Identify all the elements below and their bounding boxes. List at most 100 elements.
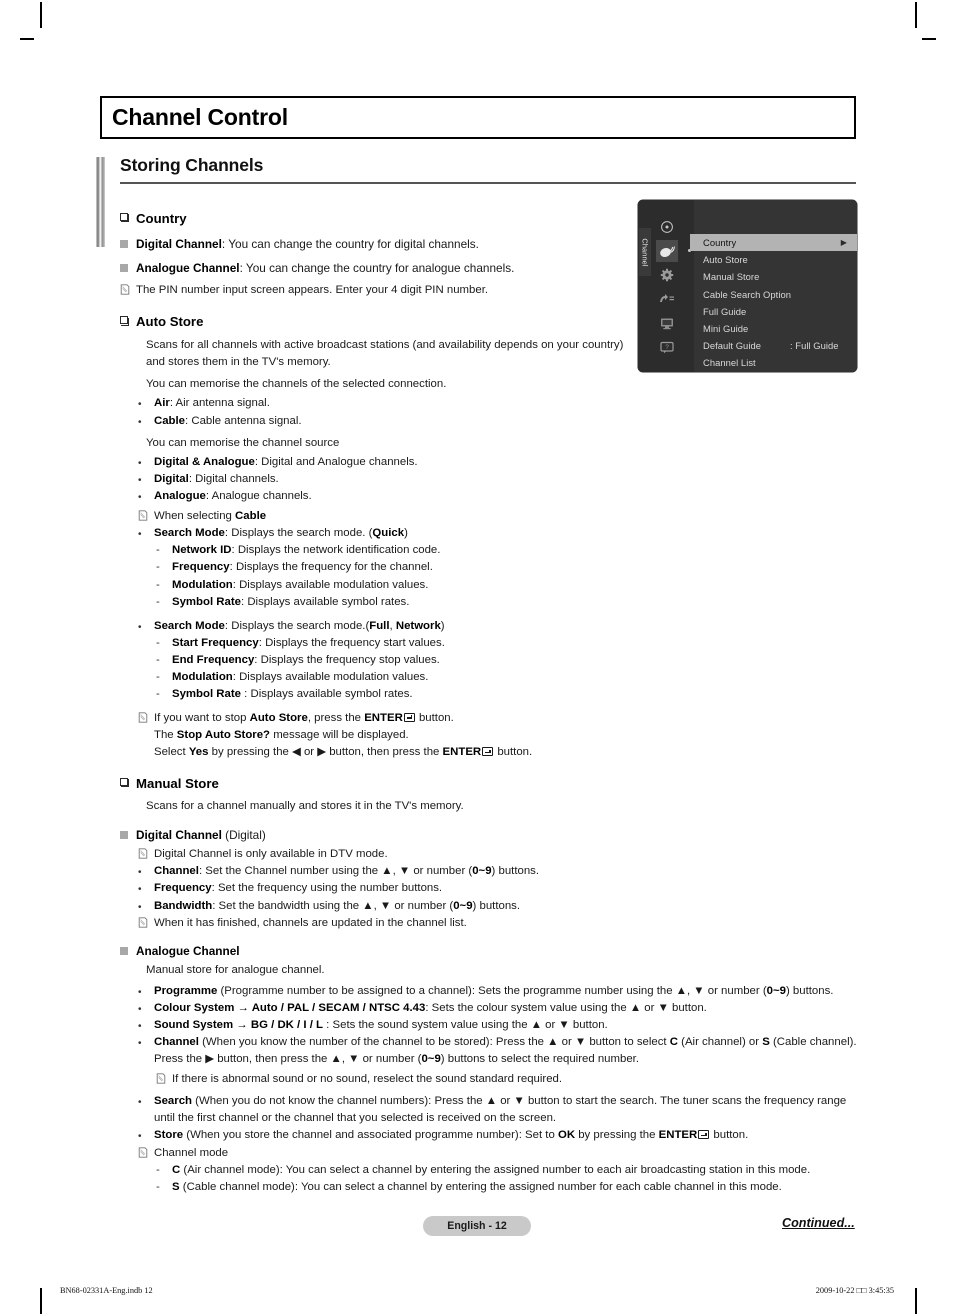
item-desc: : Digital and Analogue channels. [254,455,418,468]
item-label: Digital & Analogue [154,455,255,468]
item-symbol-rate-quick: - Symbol Rate: Displays available symbol… [156,594,860,611]
item-store: • Store (When you store the channel and … [138,1127,860,1144]
item-desc: : Displays available symbol rates. [241,688,413,701]
ok-label: OK [557,1129,576,1142]
bullet-dot-icon: • [138,529,142,541]
note-part: button. [415,712,454,725]
dash-icon: - [156,578,160,591]
air-code: C [669,1035,678,1048]
item-label: Network ID [172,544,232,557]
item-label: Search [154,1095,192,1108]
note-when-selecting-cable: When selecting Cable [138,508,860,525]
manual-store-intro: Scans for a channel manually and stores … [146,800,464,813]
item-options: Auto / PAL / SECAM / NTSC 4.43 [251,1001,426,1014]
crop-mark-bottom-right-vertical [915,1288,917,1314]
bullet-dot-icon: • [138,1003,142,1015]
bullet-dot-icon: • [138,474,142,486]
enter-label: ENTER [658,1129,698,1142]
bullet-dot-icon: • [138,1037,142,1049]
item-end-frequency: - End Frequency: Displays the frequency … [156,652,860,669]
item-text: Digital Channel (Digital) [136,827,860,845]
item-tail: ) buttons. [785,984,834,997]
item-label: Digital Channel [136,827,222,842]
item-desc: by pressing the [575,1129,659,1142]
item-label: Digital Channel [136,236,222,251]
item-desc: : Air antenna signal. [169,397,270,410]
item-text: Channel: Set the Channel number using th… [154,863,860,880]
item-desc: : You can change the country for analogu… [239,261,515,276]
item-label: Digital [154,472,189,485]
item-cable: • Cable: Cable antenna signal. [138,413,860,430]
item-digital-channel-country: Digital Channel: You can change the coun… [120,236,860,254]
item-label: Channel [154,1035,199,1048]
item-colour-system: • Colour System → Auto / PAL / SECAM / N… [138,1000,860,1017]
item-text: Network ID: Displays the network identif… [172,542,860,559]
item-range: 0~9 [472,865,492,878]
item-desc: : Set the Channel number using the ▲, ▼ … [198,865,473,878]
page-title-box: Channel Control [100,96,856,139]
item-channel-mode-c: - C (Air channel mode): You can select a… [156,1162,860,1179]
crop-mark-top-left-horizontal [20,38,34,40]
item-range: 0~9 [421,1052,441,1065]
note-icon [138,710,154,727]
item-desc: : Displays available modulation values. [232,578,429,591]
item-mode-full: Full [369,619,390,632]
note-finished-update: When it has finished, channels are updat… [138,915,860,932]
dash-icon: - [156,595,160,608]
item-desc: (When you store the channel and associat… [183,1129,558,1142]
item-text: Analogue: Analogue channels. [154,488,860,505]
square-outline-icon [120,312,136,329]
item-label: Search Mode [154,527,225,540]
page-title: Channel Control [112,104,288,130]
bullet-dot-icon: • [138,621,142,633]
note-line-3: Select Yes by pressing the ◀ or ▶ button… [154,744,860,761]
item-label: Analogue [154,489,206,502]
item-channel-analogue: • Channel (When you know the number of t… [138,1034,860,1068]
item-desc: : Analogue channels. [205,489,312,502]
item-desc: (Air channel) or [678,1035,763,1048]
item-bandwidth: • Bandwidth: Set the bandwidth using the… [138,898,860,915]
crop-mark-top-left-vertical [40,2,42,28]
continued-label: Continued... [782,1216,855,1230]
note-icon [138,915,154,932]
crop-mark-bottom-left-vertical [40,1288,42,1314]
item-desc: : You can change the country for digital… [221,236,479,251]
heading-label: Manual Store [136,775,219,791]
bullet-dot-icon: • [138,1020,142,1032]
item-text: Symbol Rate: Displays available symbol r… [172,594,860,611]
dash-icon: - [156,636,160,649]
item-programme: • Programme (Programme number to be assi… [138,983,860,1000]
note-part: , press the [307,712,365,725]
item-label: Analogue Channel [136,261,240,276]
item-label: Air [154,397,170,410]
item-analogue-channel-country: Analogue Channel: You can change the cou… [120,260,860,278]
note-text: Digital Channel is only available in DTV… [154,848,388,861]
item-digital: • Digital: Digital channels. [138,471,860,488]
page-number-badge: English - 12 [423,1216,531,1236]
item-range: 0~9 [453,899,473,912]
section-header: Storing Channels [96,155,856,247]
dash-icon: - [156,561,160,574]
item-label: Bandwidth [154,899,213,912]
item-desc: : Sets the sound system value using the … [323,1018,608,1031]
bullet-dot-icon: • [138,416,142,428]
item-channel-mode-s: - S (Cable channel mode): You can select… [156,1179,860,1196]
note-prefix: When selecting [154,510,236,523]
item-text: Analogue Channel [136,943,860,961]
bullet-dot-icon: • [138,491,142,503]
enter-button-icon [482,747,494,757]
crop-mark-top-right-horizontal [922,38,936,40]
heading-label: Auto Store [136,314,204,330]
item-text: Air: Air antenna signal. [154,395,860,412]
section-accent-bar [96,157,105,247]
note-bold: Stop Auto Store? [176,729,271,742]
note-bold: Cable [235,510,267,523]
item-tail: ) buttons. [472,899,521,912]
item-label: Modulation [172,671,233,684]
note-bold: Yes [188,746,209,759]
item-desc: (When you know the number of the channel… [198,1035,670,1048]
item-label: Cable [154,414,186,427]
item-text: Search Mode: Displays the search mode. (… [154,525,860,542]
item-tail: ) [404,527,408,540]
item-search: • Search (When you do not know the chann… [138,1093,860,1127]
